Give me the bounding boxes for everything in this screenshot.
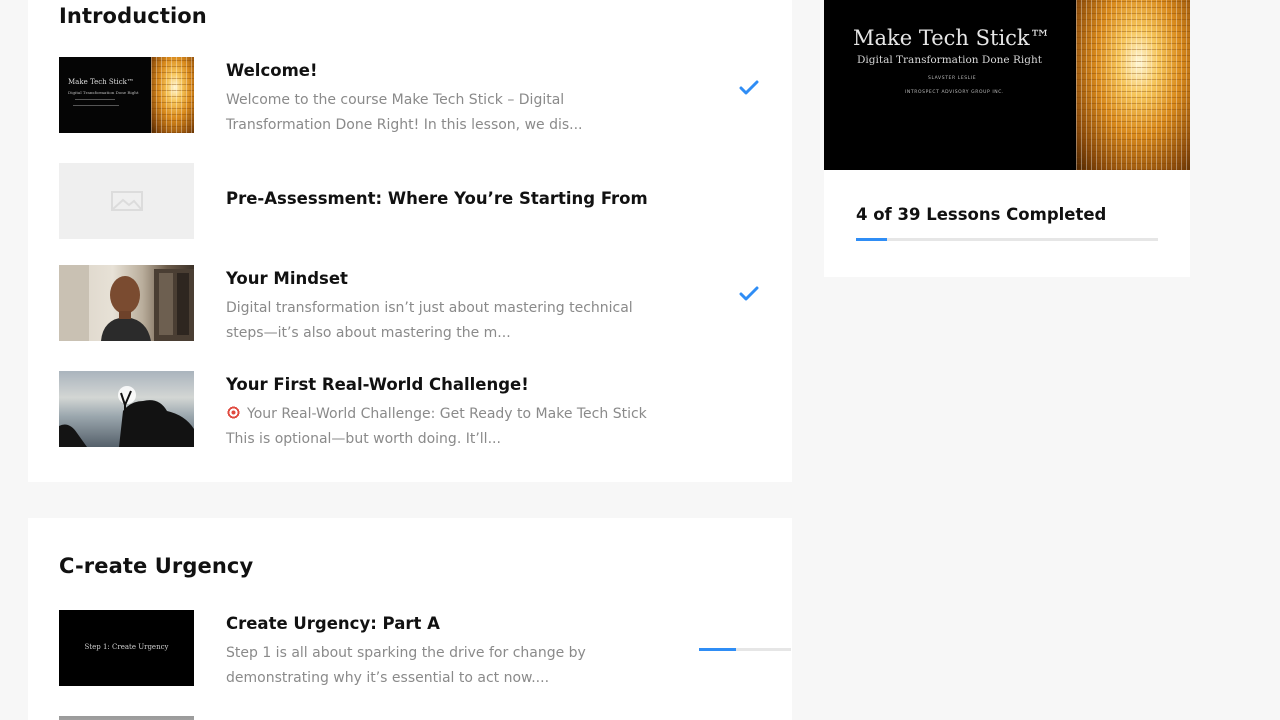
course-cover-image: Make Tech Stick™ Digital Transformation … [824, 0, 1190, 170]
course-progress-fill [856, 238, 887, 241]
section-title: Introduction [59, 4, 207, 28]
mountain-silhouette-image [59, 386, 194, 447]
lesson-progress-fill [699, 648, 736, 651]
course-cover-organization: INTROSPECT ADVISORY GROUP INC. [905, 90, 1004, 95]
lesson-progress-bar [699, 648, 791, 651]
lesson-thumbnail[interactable] [59, 371, 194, 447]
thumbnail-author-line [75, 99, 115, 100]
lesson-description-line: Welcome to the course Make Tech Stick – … [226, 92, 565, 108]
section-card-introduction: Introduction Make Tech Stick™ Digital Tr… [28, 0, 792, 482]
lesson-item-welcome[interactable]: Make Tech Stick™ Digital Transformation … [59, 57, 769, 133]
lesson-thumbnail[interactable]: Make Tech Stick™ Digital Transformation … [59, 57, 194, 133]
cover-light-tunnel [1076, 0, 1190, 170]
lesson-thumbnail-partial[interactable] [59, 716, 194, 720]
course-cover-title: Make Tech Stick™ [853, 26, 1051, 50]
thumbnail-org-line [73, 105, 119, 106]
lesson-title[interactable]: Pre-Assessment: Where You’re Starting Fr… [226, 189, 648, 208]
target-emoji-icon [226, 405, 241, 420]
course-cover-subtitle: Digital Transformation Done Right [857, 54, 1042, 66]
lesson-description: Digital transformation isn’t just about … [226, 296, 666, 346]
lesson-title[interactable]: Your First Real-World Challenge! [226, 375, 529, 394]
lesson-item-first-challenge[interactable]: Your First Real-World Challenge! Your Re… [59, 371, 769, 447]
lesson-item-pre-assessment[interactable]: Pre-Assessment: Where You’re Starting Fr… [59, 163, 769, 239]
course-progress-bar [856, 238, 1158, 241]
course-progress-label: 4 of 39 Lessons Completed [856, 205, 1107, 224]
lesson-description-line: steps—it’s also about mastering the m... [226, 325, 511, 341]
course-summary-card: Make Tech Stick™ Digital Transformation … [824, 0, 1190, 277]
lesson-item-create-urgency-part-a[interactable]: Step 1: Create Urgency Create Urgency: P… [59, 610, 791, 686]
lesson-description-line: demonstrating why it’s essential to act … [226, 670, 550, 686]
thumbnail-text: Step 1: Create Urgency [84, 643, 169, 651]
lesson-title[interactable]: Your Mindset [226, 269, 348, 288]
checkmark-icon [739, 286, 759, 301]
lesson-description: Welcome to the course Make Tech Stick – … [226, 88, 666, 138]
lesson-title[interactable]: Welcome! [226, 61, 317, 80]
lesson-thumbnail[interactable]: Step 1: Create Urgency [59, 610, 194, 686]
lesson-description-line: Step 1 is all about sparking the drive f… [226, 645, 586, 661]
thumbnail-subtitle: Digital Transformation Done Right [68, 90, 139, 95]
lesson-description-line: This is optional—but worth doing. It’ll.… [226, 431, 501, 447]
lesson-thumbnail[interactable] [59, 265, 194, 341]
lesson-description: Your Real-World Challenge: Get Ready to … [226, 402, 666, 452]
lesson-description-line: Your Real-World Challenge: Get Ready to … [226, 402, 666, 427]
lesson-description-line: Transformation Done Right! In this lesso… [226, 117, 583, 133]
thumbnail-light-tunnel [151, 57, 194, 133]
lesson-thumbnail[interactable] [59, 163, 194, 239]
lesson-title[interactable]: Create Urgency: Part A [226, 614, 440, 633]
checkmark-icon [739, 80, 759, 95]
lesson-item-your-mindset[interactable]: Your Mindset Digital transformation isn’… [59, 265, 769, 341]
course-cover-author: SLAVSTER LESLIE [928, 76, 977, 81]
lesson-description-line: Digital transformation isn’t just about … [226, 300, 633, 316]
thumbnail-title: Make Tech Stick™ [68, 78, 134, 86]
section-title: C-reate Urgency [59, 554, 254, 578]
lesson-description: Step 1 is all about sparking the drive f… [226, 641, 666, 691]
lesson-description-text: Your Real-World Challenge: Get Ready to … [247, 406, 647, 422]
image-placeholder-icon [111, 191, 143, 211]
section-card-create-urgency: C-reate Urgency Step 1: Create Urgency C… [28, 518, 792, 720]
presenter-video-still [59, 265, 194, 341]
